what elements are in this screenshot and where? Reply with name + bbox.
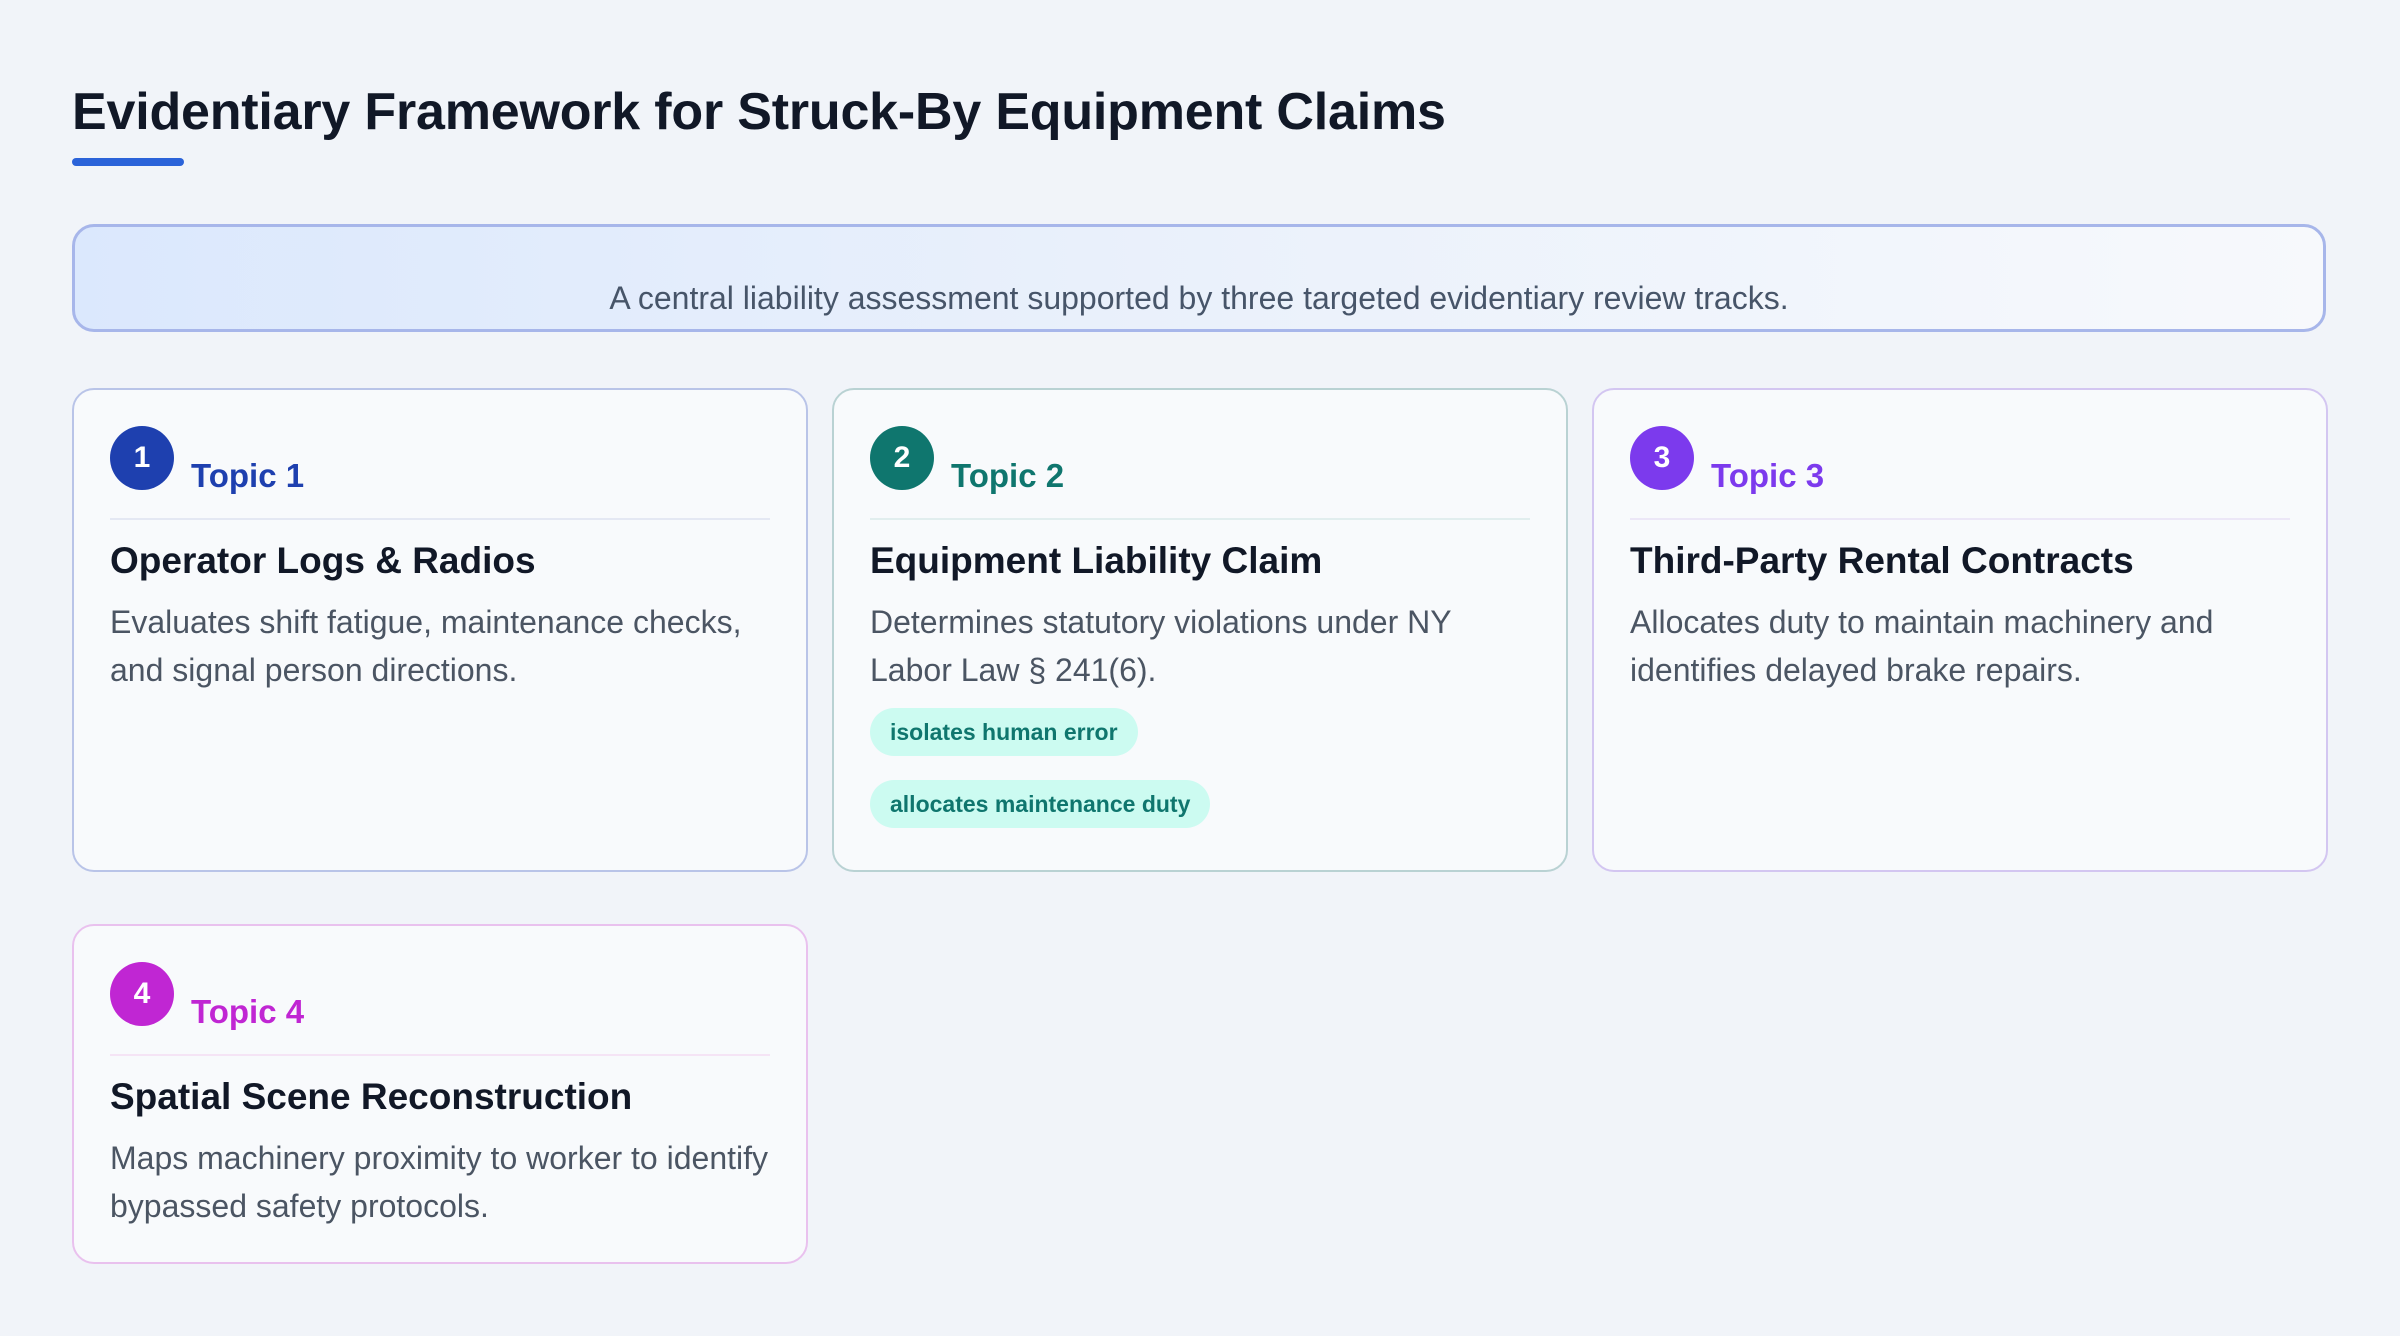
card-header: 2 Topic 2 [870,426,1530,520]
card-header: 1 Topic 1 [110,426,770,520]
summary-banner: A central liability assessment supported… [72,224,2326,332]
card-description: Determines statutory violations under NY… [870,604,1452,688]
topic-number-badge: 3 [1630,426,1694,490]
topic-number-badge: 2 [870,426,934,490]
topic-label: Topic 2 [951,457,1065,494]
topic-label: Topic 4 [191,993,305,1030]
topic-number-badge: 4 [110,962,174,1026]
card-title: Operator Logs & Radios [110,540,536,581]
topic-label: Topic 3 [1711,457,1825,494]
page-title: Evidentiary Framework for Struck-By Equi… [72,83,1446,141]
card-header: 3 Topic 3 [1630,426,2290,520]
card-header: 4 Topic 4 [110,962,770,1056]
card-title: Third-Party Rental Contracts [1630,540,2134,581]
card-description: Evaluates shift fatigue, maintenance che… [110,604,742,688]
card-description: Maps machinery proximity to worker to id… [110,1140,768,1224]
topic-card-scene-reconstruction: 4 Topic 4 Spatial Scene Reconstruction M… [72,924,808,1264]
card-description: Allocates duty to maintain machinery and… [1630,604,2214,688]
topic-number-badge: 1 [110,426,174,490]
title-underline [72,158,184,166]
tag-allocates-maintenance-duty: allocates maintenance duty [870,780,1211,828]
tag-isolates-human-error: isolates human error [870,708,1138,756]
topic-card-operator-logs: 1 Topic 1 Operator Logs & Radios Evaluat… [72,388,808,872]
card-title: Spatial Scene Reconstruction [110,1076,633,1117]
topic-card-equipment-liability: 2 Topic 2 Equipment Liability Claim Dete… [832,388,1568,872]
topic-label: Topic 1 [191,457,305,494]
topic-card-rental-contracts: 3 Topic 3 Third-Party Rental Contracts A… [1592,388,2328,872]
summary-banner-text: A central liability assessment supported… [609,280,1789,316]
card-title: Equipment Liability Claim [870,540,1323,581]
